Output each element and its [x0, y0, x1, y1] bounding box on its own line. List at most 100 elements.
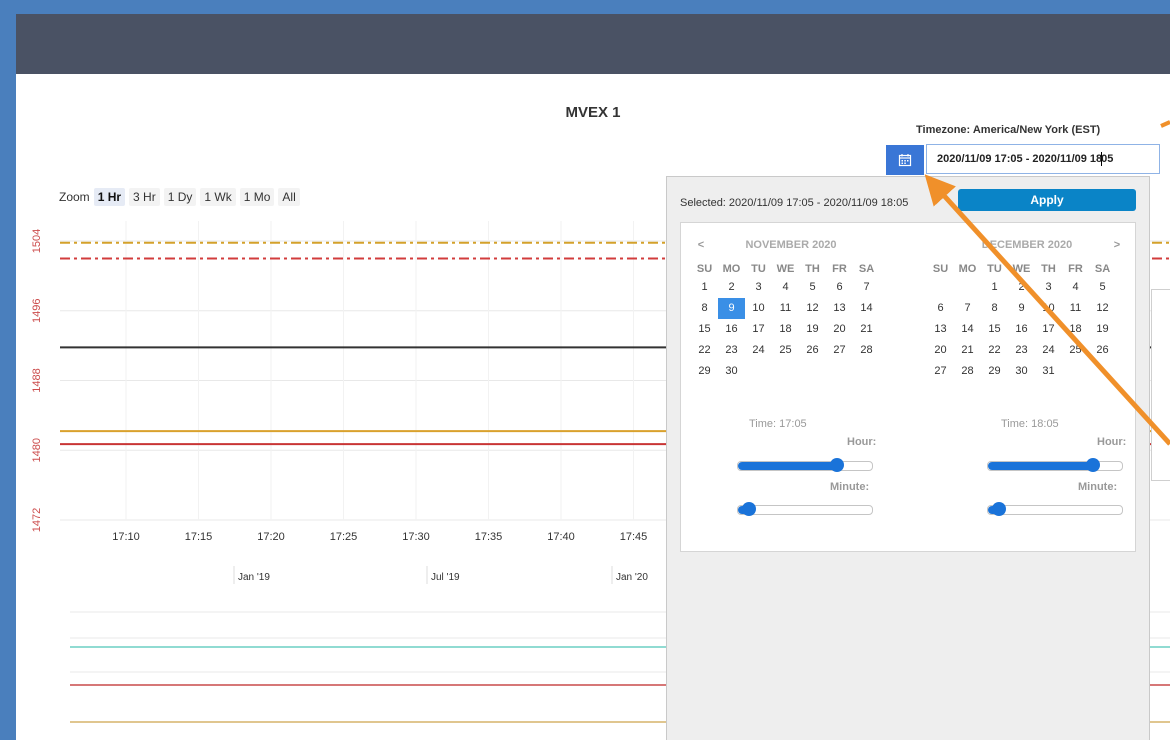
y-tick-label: 1488: [31, 368, 43, 392]
calendar-day[interactable]: 17: [1035, 319, 1062, 340]
calendar-day[interactable]: 3: [745, 277, 772, 298]
slider-handle[interactable]: [992, 502, 1006, 516]
start-time-label: Time: 17:05: [749, 418, 807, 430]
calendar-day[interactable]: 28: [954, 361, 981, 382]
day-grid-right: 1 2 3 4 5 6 7 8 9 10 11 12 13 14 15 16 17 18 19 20 21 22 23 24 2…: [927, 277, 1127, 382]
calendar-day[interactable]: 23: [718, 340, 745, 361]
calendar-empty-cell: [1089, 361, 1116, 382]
prev-month-arrow[interactable]: <: [691, 239, 711, 251]
slider-handle[interactable]: [742, 502, 756, 516]
calendar-empty-cell: [772, 361, 799, 382]
apply-button[interactable]: Apply: [958, 189, 1136, 211]
calendar-day[interactable]: 26: [1089, 340, 1116, 361]
calendar-day[interactable]: 7: [954, 298, 981, 319]
end-hour-slider[interactable]: [987, 458, 1123, 472]
calendar-day[interactable]: 22: [691, 340, 718, 361]
calendar-day[interactable]: 10: [745, 298, 772, 319]
slider-handle[interactable]: [1086, 458, 1100, 472]
calendar-empty-cell: [1062, 361, 1089, 382]
start-hour-slider[interactable]: [737, 458, 873, 472]
calendar-day[interactable]: 21: [954, 340, 981, 361]
calendar-day[interactable]: 26: [799, 340, 826, 361]
calendar-day[interactable]: 17: [745, 319, 772, 340]
calendar-day[interactable]: 18: [1062, 319, 1089, 340]
calendar-day[interactable]: 25: [1062, 340, 1089, 361]
calendar-day[interactable]: 8: [981, 298, 1008, 319]
end-minute-slider[interactable]: [987, 502, 1123, 516]
calendar-day[interactable]: 28: [853, 340, 880, 361]
calendar-day[interactable]: 6: [927, 298, 954, 319]
calendar-day[interactable]: 15: [691, 319, 718, 340]
calendar-panel: < NOVEMBER 2020 SU MO TU WE TH FR SA 123456789…: [680, 222, 1136, 552]
calendar-day[interactable]: 31: [1035, 361, 1062, 382]
month-december: DECEMBER 2020 > SU MO TU WE TH FR SA 123456789…: [927, 235, 1127, 382]
calendar-day[interactable]: 29: [981, 361, 1008, 382]
calendar-empty-cell: [954, 277, 981, 298]
calendar-day[interactable]: 30: [1008, 361, 1035, 382]
calendar-day[interactable]: 6: [826, 277, 853, 298]
calendar-day[interactable]: 14: [853, 298, 880, 319]
calendar-day[interactable]: 15: [981, 319, 1008, 340]
calendar-day[interactable]: 21: [853, 319, 880, 340]
calendar-day[interactable]: 12: [799, 298, 826, 319]
weekday-header-right: SU MO TU WE TH FR SA: [932, 263, 1111, 275]
x-tick-label: 17:30: [402, 531, 430, 543]
calendar-day[interactable]: 24: [745, 340, 772, 361]
y-tick-label: 1504: [31, 229, 43, 253]
calendar-day[interactable]: 12: [1089, 298, 1116, 319]
end-minute-label: Minute:: [1078, 481, 1118, 493]
calendar-day[interactable]: 9: [718, 298, 745, 319]
navigator-label: Jan '20: [616, 572, 648, 583]
y-tick-label: 1496: [31, 299, 43, 323]
calendar-day[interactable]: 7: [853, 277, 880, 298]
navigator-label: Jan '19: [238, 572, 270, 583]
calendar-day[interactable]: 4: [772, 277, 799, 298]
calendar-empty-cell: [799, 361, 826, 382]
calendar-day[interactable]: 2: [1008, 277, 1035, 298]
calendar-day[interactable]: 16: [1008, 319, 1035, 340]
calendar-day[interactable]: 9: [1008, 298, 1035, 319]
calendar-day[interactable]: 4: [1062, 277, 1089, 298]
calendar-day[interactable]: 27: [826, 340, 853, 361]
calendar-day[interactable]: 16: [718, 319, 745, 340]
calendar-day[interactable]: 30: [718, 361, 745, 382]
slider-handle[interactable]: [830, 458, 844, 472]
calendar-day[interactable]: 22: [981, 340, 1008, 361]
end-time-label: Time: 18:05: [1001, 418, 1059, 430]
calendar-day[interactable]: 1: [981, 277, 1008, 298]
calendar-day[interactable]: 19: [799, 319, 826, 340]
calendar-day[interactable]: 20: [826, 319, 853, 340]
calendar-day[interactable]: 3: [1035, 277, 1062, 298]
calendar-day[interactable]: 27: [927, 361, 954, 382]
calendar-day[interactable]: 29: [691, 361, 718, 382]
calendar-day[interactable]: 5: [799, 277, 826, 298]
calendar-day[interactable]: 13: [927, 319, 954, 340]
next-month-arrow[interactable]: >: [1107, 239, 1127, 251]
end-hour-label: Hour:: [1097, 436, 1127, 448]
side-panel-edge: [1151, 289, 1170, 481]
calendar-day[interactable]: 2: [718, 277, 745, 298]
calendar-day[interactable]: 10: [1035, 298, 1062, 319]
x-tick-label: 17:25: [330, 531, 358, 543]
calendar-empty-cell: [826, 361, 853, 382]
calendar-day[interactable]: 13: [826, 298, 853, 319]
calendar-day[interactable]: 25: [772, 340, 799, 361]
calendar-day[interactable]: 11: [1062, 298, 1089, 319]
start-minute-slider[interactable]: [737, 502, 873, 516]
calendar-day[interactable]: 18: [772, 319, 799, 340]
calendar-day[interactable]: 5: [1089, 277, 1116, 298]
calendar-day[interactable]: 1: [691, 277, 718, 298]
calendar-day[interactable]: 24: [1035, 340, 1062, 361]
calendar-day[interactable]: 8: [691, 298, 718, 319]
calendar-day[interactable]: 14: [954, 319, 981, 340]
calendar-day[interactable]: 11: [772, 298, 799, 319]
x-tick-label: 17:10: [112, 531, 140, 543]
calendar-empty-cell: [927, 277, 954, 298]
month-name-right: DECEMBER 2020: [981, 239, 1073, 251]
month-name-left: NOVEMBER 2020: [745, 239, 837, 251]
calendar-day[interactable]: 23: [1008, 340, 1035, 361]
x-tick-label: 17:40: [547, 531, 575, 543]
calendar-day[interactable]: 20: [927, 340, 954, 361]
calendar-empty-cell: [745, 361, 772, 382]
calendar-day[interactable]: 19: [1089, 319, 1116, 340]
